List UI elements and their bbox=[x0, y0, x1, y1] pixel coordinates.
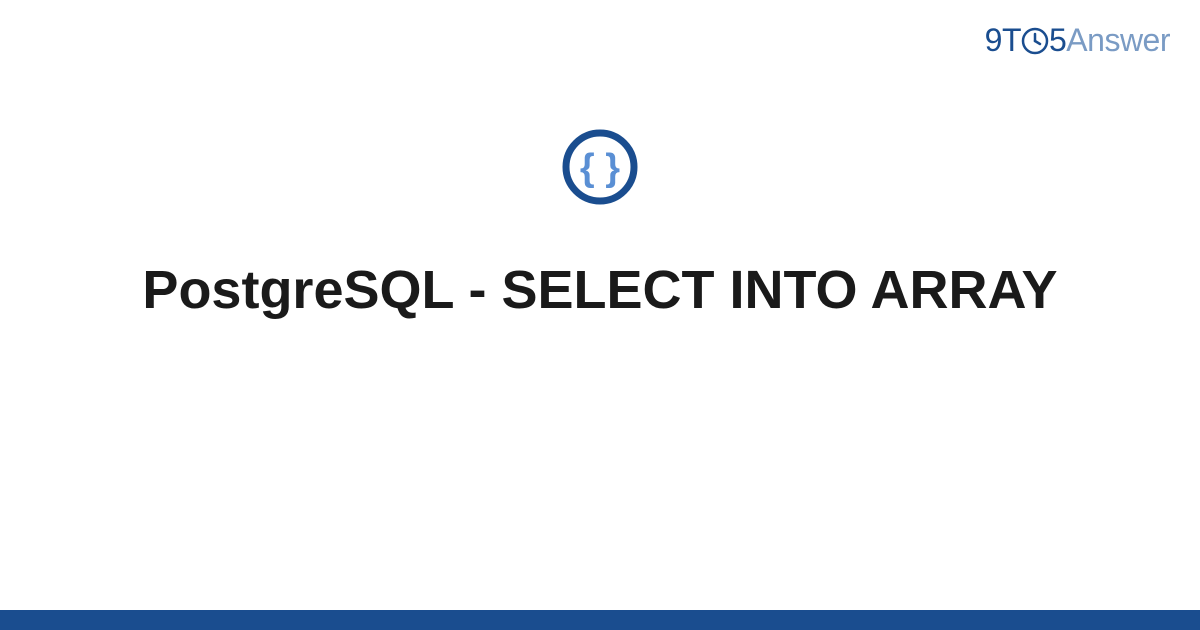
code-braces-icon: { } bbox=[561, 128, 639, 206]
footer-accent-bar bbox=[0, 610, 1200, 630]
brand-part-1: 9T bbox=[985, 22, 1021, 58]
page-title: PostgreSQL - SELECT INTO ARRAY bbox=[0, 258, 1200, 324]
clock-icon bbox=[1021, 27, 1049, 55]
brand-part-2: 5 bbox=[1049, 22, 1066, 58]
brand-logo: 9T 5Answer bbox=[985, 22, 1170, 59]
svg-text:{ }: { } bbox=[580, 147, 620, 189]
brand-part-3: Answer bbox=[1066, 22, 1170, 58]
